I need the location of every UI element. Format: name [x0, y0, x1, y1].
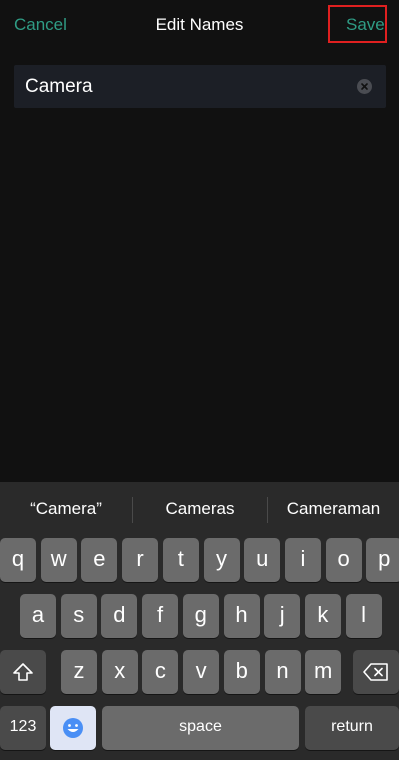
shift-icon	[13, 663, 33, 681]
key-e[interactable]: e	[81, 538, 118, 582]
key-w[interactable]: w	[40, 538, 77, 582]
key-f[interactable]: f	[142, 594, 179, 638]
key-v[interactable]: v	[183, 650, 220, 694]
key-z[interactable]: z	[61, 650, 97, 694]
save-button[interactable]: Save	[346, 14, 385, 36]
name-field-value: Camera	[25, 76, 93, 97]
backspace-key[interactable]	[353, 650, 399, 694]
key-t[interactable]: t	[162, 538, 199, 582]
key-d[interactable]: d	[101, 594, 138, 638]
key-s[interactable]: s	[60, 594, 97, 638]
key-g[interactable]: g	[182, 594, 219, 638]
emoji-key[interactable]	[50, 706, 96, 750]
key-m[interactable]: m	[305, 650, 342, 694]
clear-text-icon[interactable]	[357, 79, 372, 94]
numbers-key[interactable]: 123	[0, 706, 46, 750]
suggestion-item[interactable]: “Camera”	[0, 482, 132, 536]
key-u[interactable]: u	[244, 538, 281, 582]
key-l[interactable]: l	[345, 594, 382, 638]
key-a[interactable]: a	[20, 594, 56, 638]
key-i[interactable]: i	[284, 538, 321, 582]
key-p[interactable]: p	[366, 538, 399, 582]
key-j[interactable]: j	[264, 594, 301, 638]
key-h[interactable]: h	[223, 594, 260, 638]
key-r[interactable]: r	[122, 538, 159, 582]
nav-bar: Cancel Edit Names Save	[0, 0, 399, 50]
suggestion-item[interactable]: Cameras	[133, 482, 267, 536]
name-field[interactable]: Camera	[14, 65, 386, 108]
return-key[interactable]: return	[305, 706, 399, 750]
key-y[interactable]: y	[203, 538, 240, 582]
emoji-icon	[63, 718, 83, 738]
suggestion-item[interactable]: Cameraman	[268, 482, 399, 536]
key-q[interactable]: q	[0, 538, 36, 582]
keyboard: “Camera” Cameras Cameraman qwertyuiop asd…	[0, 482, 399, 760]
key-o[interactable]: o	[325, 538, 362, 582]
backspace-icon	[363, 663, 388, 681]
suggestion-bar: “Camera” Cameras Cameraman	[0, 482, 399, 536]
edit-names-screen: Cancel Edit Names Save Camera “Camera” C…	[0, 0, 399, 760]
key-x[interactable]: x	[101, 650, 138, 694]
key-n[interactable]: n	[264, 650, 301, 694]
space-key[interactable]: space	[102, 706, 299, 750]
key-b[interactable]: b	[223, 650, 260, 694]
key-k[interactable]: k	[304, 594, 341, 638]
shift-key[interactable]	[0, 650, 46, 694]
key-c[interactable]: c	[142, 650, 179, 694]
